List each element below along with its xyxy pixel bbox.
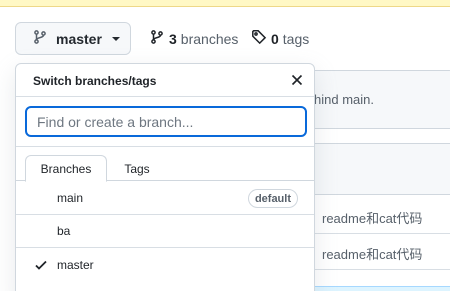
branch-select-button[interactable]: master bbox=[15, 22, 131, 55]
caret-down-icon bbox=[111, 36, 120, 41]
close-icon[interactable] bbox=[288, 71, 306, 89]
dropdown-header: Switch branches/tags bbox=[16, 64, 314, 97]
git-branch-icon bbox=[32, 29, 48, 48]
tags-count: 0 bbox=[271, 30, 279, 47]
tab-branches[interactable]: Branches bbox=[25, 155, 107, 182]
git-branch-icon bbox=[149, 29, 165, 48]
branch-item-label: ba bbox=[57, 224, 71, 238]
dropdown-tabs: Branches Tags bbox=[16, 147, 314, 182]
branch-item-label: master bbox=[57, 257, 94, 272]
commit-message[interactable]: readme和cat代码 bbox=[322, 244, 422, 263]
flash-banner bbox=[0, 0, 450, 7]
check-icon bbox=[33, 257, 49, 273]
branch-item-master[interactable]: master bbox=[16, 248, 314, 281]
tab-tags[interactable]: Tags bbox=[116, 155, 158, 182]
tags-label: tags bbox=[282, 30, 310, 47]
branch-item-label: main bbox=[57, 191, 84, 205]
tags-link[interactable]: 0 tags bbox=[251, 29, 309, 48]
tag-icon bbox=[251, 29, 267, 48]
branches-count: 3 bbox=[169, 30, 177, 47]
branch-item-ba[interactable]: ba bbox=[16, 215, 314, 248]
branches-label: branches bbox=[180, 30, 239, 47]
branch-status-text: hind main. bbox=[314, 92, 374, 107]
readme-header-strip bbox=[300, 286, 450, 291]
branch-select-label: master bbox=[56, 30, 102, 47]
branch-item-main[interactable]: main default bbox=[16, 182, 314, 215]
commit-message[interactable]: readme和cat代码 bbox=[322, 208, 422, 227]
branch-switch-dropdown: Switch branches/tags Branches Tags main … bbox=[15, 63, 315, 291]
branches-link[interactable]: 3 branches bbox=[149, 29, 238, 48]
branch-search-input[interactable] bbox=[25, 106, 307, 137]
dropdown-title: Switch branches/tags bbox=[33, 74, 157, 88]
default-badge: default bbox=[247, 189, 298, 208]
branch-filter-section bbox=[16, 97, 314, 147]
